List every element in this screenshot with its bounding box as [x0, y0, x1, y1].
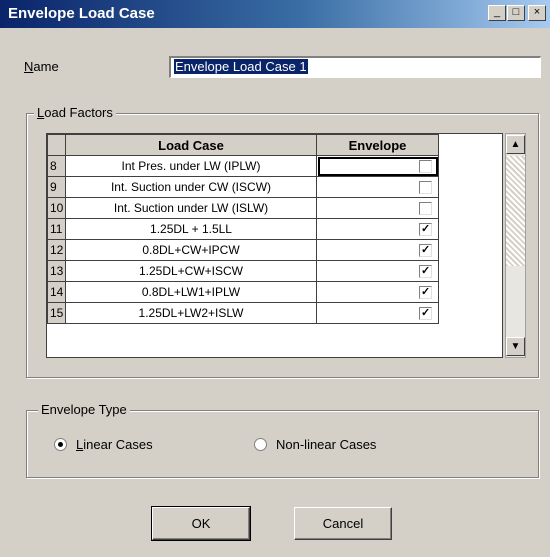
scroll-up-button[interactable]: ▲	[506, 135, 525, 154]
column-header-envelope[interactable]: Envelope	[316, 134, 439, 156]
grid-scrollbar[interactable]: ▲ ▼	[505, 133, 526, 358]
name-input-value: Envelope Load Case 1	[174, 59, 308, 74]
envelope-checkbox[interactable]	[419, 223, 432, 237]
maximize-button[interactable]: □	[507, 5, 525, 21]
envelope-checkbox[interactable]	[419, 307, 432, 321]
ok-button[interactable]: OK	[151, 506, 251, 541]
load-case-cell[interactable]: 0.8DL+LW1+IPLW	[65, 281, 317, 303]
up-arrow-icon: ▲	[510, 139, 521, 150]
load-case-cell[interactable]: Int. Suction under LW (ISLW)	[65, 197, 317, 219]
name-input[interactable]: Envelope Load Case 1	[169, 56, 541, 78]
nonlinear-cases-label[interactable]: Non-linear Cases	[276, 437, 376, 452]
maximize-icon: □	[512, 6, 520, 18]
table-row[interactable]: 10 Int. Suction under LW (ISLW)	[47, 197, 439, 219]
envelope-cell[interactable]	[316, 239, 439, 261]
load-case-cell[interactable]: 0.8DL+CW+IPCW	[65, 239, 317, 261]
envelope-type-title: Envelope Type	[38, 402, 130, 417]
window-title: Envelope Load Case	[8, 5, 155, 22]
linear-cases-label[interactable]: Linear Cases	[76, 437, 153, 452]
envelope-checkbox[interactable]	[419, 244, 432, 258]
dialog-window: Envelope Load Case _ □ × Name Envelope L…	[0, 0, 550, 557]
grid-corner	[47, 134, 66, 156]
row-number[interactable]: 14	[47, 281, 66, 303]
table-row[interactable]: 8 Int Pres. under LW (IPLW)	[47, 155, 439, 177]
minimize-icon: _	[493, 6, 501, 18]
row-number[interactable]: 8	[47, 155, 66, 177]
envelope-checkbox[interactable]	[419, 286, 432, 300]
envelope-cell[interactable]	[316, 155, 439, 177]
table-row[interactable]: 11 1.25DL + 1.5LL	[47, 218, 439, 240]
envelope-checkbox[interactable]	[419, 181, 432, 195]
load-case-cell[interactable]: 1.25DL + 1.5LL	[65, 218, 317, 240]
down-arrow-icon: ▼	[510, 341, 521, 352]
scroll-down-button[interactable]: ▼	[506, 337, 525, 356]
linear-cases-radio[interactable]	[54, 438, 67, 451]
table-row[interactable]: 12 0.8DL+CW+IPCW	[47, 239, 439, 261]
table-row[interactable]: 13 1.25DL+CW+ISCW	[47, 260, 439, 282]
cancel-button[interactable]: Cancel	[294, 507, 392, 540]
row-number[interactable]: 13	[47, 260, 66, 282]
row-number[interactable]: 9	[47, 176, 66, 198]
table-row[interactable]: 14 0.8DL+LW1+IPLW	[47, 281, 439, 303]
envelope-cell[interactable]	[316, 281, 439, 303]
row-number[interactable]: 12	[47, 239, 66, 261]
load-factors-title: Load Factors	[34, 105, 116, 120]
load-case-grid[interactable]: Load Case Envelope 8 Int Pres. under LW (…	[46, 133, 503, 358]
nonlinear-cases-radio[interactable]	[254, 438, 267, 451]
close-icon: ×	[533, 6, 541, 18]
envelope-cell[interactable]	[316, 197, 439, 219]
column-header-load-case[interactable]: Load Case	[65, 134, 317, 156]
scrollbar-track[interactable]	[506, 156, 525, 266]
envelope-checkbox[interactable]	[419, 160, 432, 174]
table-row[interactable]: 15 1.25DL+LW2+ISLW	[47, 302, 439, 324]
load-case-cell[interactable]: Int. Suction under CW (ISCW)	[65, 176, 317, 198]
load-case-cell[interactable]: Int Pres. under LW (IPLW)	[65, 155, 317, 177]
row-number[interactable]: 11	[47, 218, 66, 240]
envelope-cell[interactable]	[316, 218, 439, 240]
load-case-cell[interactable]: 1.25DL+CW+ISCW	[65, 260, 317, 282]
close-button[interactable]: ×	[528, 5, 546, 21]
load-case-cell[interactable]: 1.25DL+LW2+ISLW	[65, 302, 317, 324]
envelope-cell[interactable]	[316, 260, 439, 282]
envelope-cell[interactable]	[316, 176, 439, 198]
envelope-checkbox[interactable]	[419, 202, 432, 216]
name-label: Name	[24, 59, 59, 74]
table-row[interactable]: 9 Int. Suction under CW (ISCW)	[47, 176, 439, 198]
envelope-cell[interactable]	[316, 302, 439, 324]
row-number[interactable]: 10	[47, 197, 66, 219]
row-number[interactable]: 15	[47, 302, 66, 324]
title-bar[interactable]: Envelope Load Case _ □ ×	[0, 0, 550, 28]
envelope-checkbox[interactable]	[419, 265, 432, 279]
minimize-button[interactable]: _	[488, 5, 506, 21]
